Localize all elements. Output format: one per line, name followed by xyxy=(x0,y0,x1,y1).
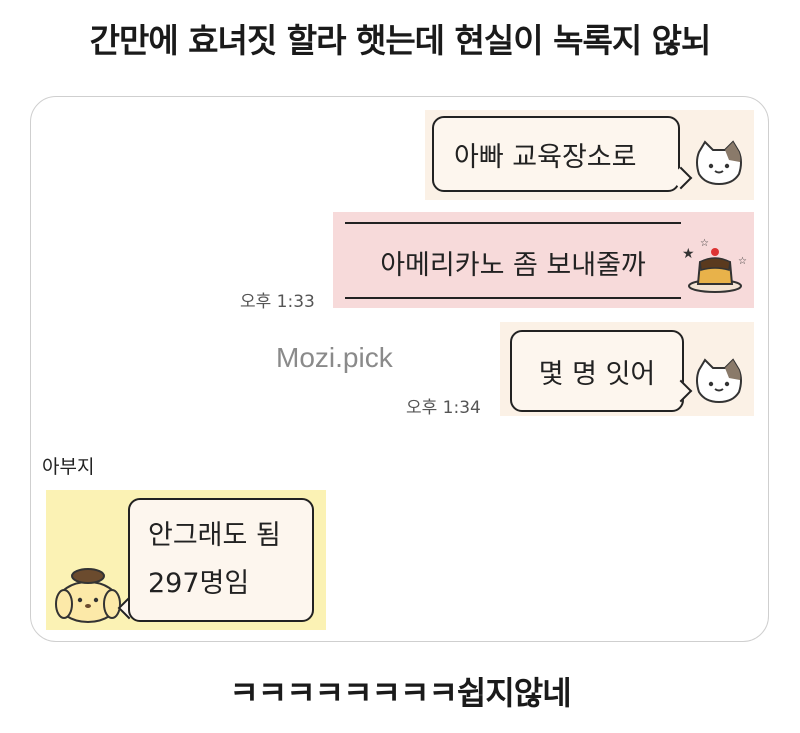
message-2-top-line xyxy=(345,222,681,224)
message-3-text: 몇 명 잇어 xyxy=(538,358,656,390)
cat-face-icon xyxy=(696,358,742,404)
message-2-text[interactable]: 아메리카노 좀 보내줄까 xyxy=(346,243,680,282)
watermark: Mozi.pick xyxy=(276,342,393,373)
cat-face-icon xyxy=(696,140,742,186)
message-4-line-1: 안그래도 됨 xyxy=(148,520,281,551)
message-4-line-2: 297명임 xyxy=(148,568,250,599)
pompompurin-icon xyxy=(55,568,121,623)
bottom-caption: ㅋㅋㅋㅋㅋㅋㅋㅋ쉽지않네 xyxy=(229,674,571,712)
svg-text:☆: ☆ xyxy=(700,238,709,249)
message-4-bubble[interactable]: 안그래도 됨 297명임 xyxy=(128,498,314,622)
sender-name: 아부지 xyxy=(42,456,95,478)
message-1-text: 아빠 교육장소로 xyxy=(454,141,637,173)
message-3-time: 오후 1:34 xyxy=(406,398,481,418)
svg-text:☆: ☆ xyxy=(738,256,747,267)
post-title: 간만에 효녀짓 할라 햇는데 현실이 녹록지 않뇌 xyxy=(89,21,712,60)
message-3-bubble[interactable]: 몇 명 잇어 xyxy=(510,330,684,412)
message-1-bubble[interactable]: 아빠 교육장소로 xyxy=(432,116,680,192)
svg-text:★: ★ xyxy=(682,246,695,262)
message-2-bottom-line xyxy=(345,297,681,299)
message-2-time: 오후 1:33 xyxy=(240,292,315,312)
pudding-icon: ★ ☆ ☆ xyxy=(682,238,747,293)
